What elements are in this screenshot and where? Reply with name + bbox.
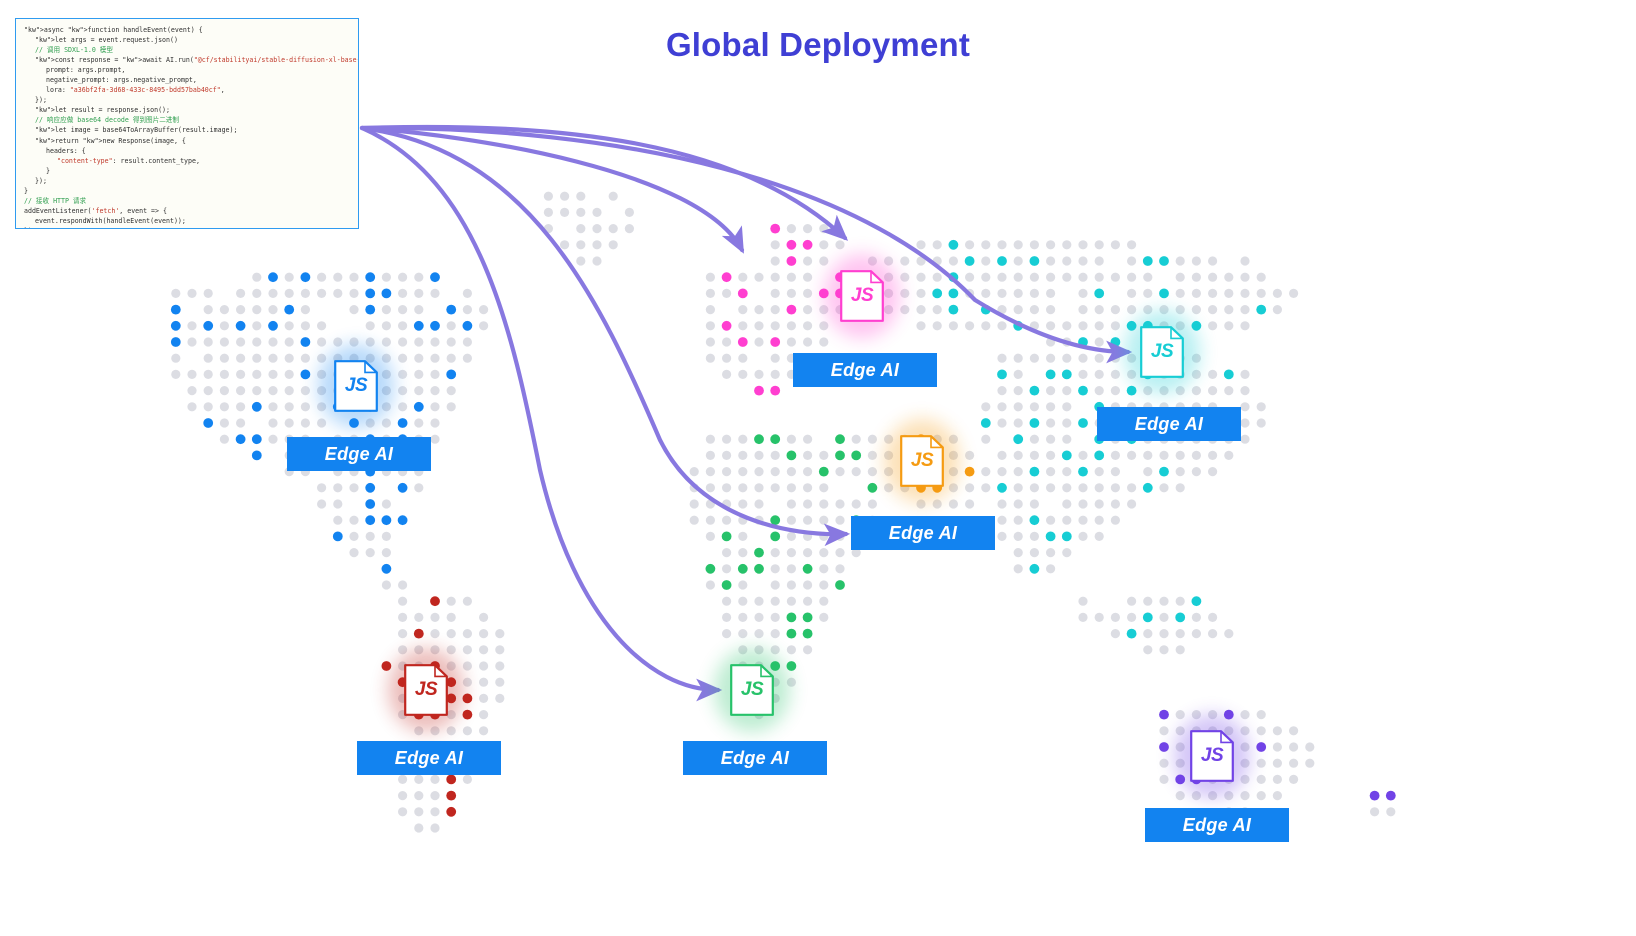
code-line: "kw">let image = base64ToArrayBuffer(res… <box>35 126 238 135</box>
edge-ai-label-middle-east[interactable]: Edge AI <box>851 516 995 550</box>
code-line: "content-type": result.content_type, <box>57 156 200 165</box>
edge-ai-label-oceania[interactable]: Edge AI <box>1145 808 1289 842</box>
js-node-oceania[interactable]: JS <box>1174 714 1250 798</box>
slide-canvas: "kw">async "kw">function handleEvent(eve… <box>0 0 1636 936</box>
code-line: } <box>24 186 28 195</box>
js-node-label: JS <box>344 375 368 396</box>
code-line: prompt: args.prompt, <box>46 66 126 75</box>
edge-ai-label-europe[interactable]: Edge AI <box>793 353 937 387</box>
code-line: addEventListener('fetch', event => { <box>24 206 167 215</box>
js-node-label: JS <box>414 679 438 700</box>
edge-ai-label-africa[interactable]: Edge AI <box>683 741 827 775</box>
code-line: }); <box>35 176 47 185</box>
code-line: event.respondWith(handleEvent(event)); <box>35 216 186 225</box>
js-node-africa[interactable]: JS <box>714 648 790 732</box>
js-node-label: JS <box>1200 745 1224 766</box>
code-line: }) <box>22 226 354 228</box>
js-node-south-america[interactable]: JS <box>388 648 464 732</box>
code-line: lora: "a36bf2fa-3d68-433c-8495-bdd57bab4… <box>46 86 225 95</box>
js-node-middle-east[interactable]: JS <box>884 419 960 503</box>
page-title: Global Deployment <box>665 26 971 63</box>
js-node-label: JS <box>1150 341 1174 362</box>
code-line: negative_prompt: args.negative_prompt, <box>46 76 197 85</box>
code-line: } <box>46 166 50 175</box>
edge-ai-label-asia[interactable]: Edge AI <box>1097 407 1241 441</box>
js-node-europe[interactable]: JS <box>824 254 900 338</box>
code-line: // 接收 HTTP 请求 <box>24 196 87 205</box>
edge-ai-label-south-america[interactable]: Edge AI <box>357 741 501 775</box>
js-node-asia[interactable]: JS <box>1124 310 1200 394</box>
js-node-north-america[interactable]: JS <box>318 344 394 428</box>
edge-ai-label-north-america[interactable]: Edge AI <box>287 437 431 471</box>
code-line: }); <box>35 96 47 105</box>
js-node-label: JS <box>910 450 934 471</box>
code-line: "kw">let result = response.json(); <box>35 106 170 115</box>
code-line: headers: { <box>46 146 86 155</box>
code-line: "kw">return "kw">new Response(image, { <box>35 136 186 145</box>
code-line: // 响应应做 base64 decode 得到图片二进制 <box>35 116 179 125</box>
js-node-label: JS <box>850 285 874 306</box>
js-node-label: JS <box>740 679 764 700</box>
